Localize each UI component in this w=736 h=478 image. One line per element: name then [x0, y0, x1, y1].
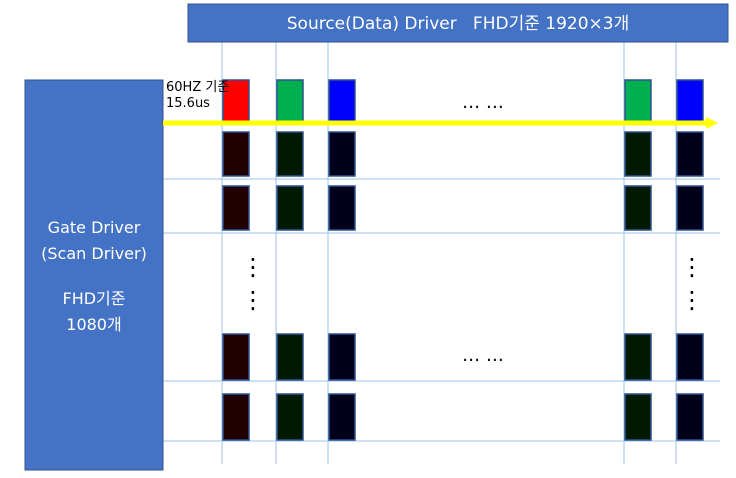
timing-label-line-2: 15.6us	[166, 96, 210, 111]
green-subpixel-dim	[624, 393, 652, 441]
vertical-dots-left-lower: ⋮	[241, 286, 265, 314]
source-driver-label: Source(Data) Driver FHD기준 1920×3개	[287, 14, 629, 34]
ellipsis-top: … …	[462, 92, 504, 113]
dim-row-2	[222, 185, 704, 231]
green-subpixel-dim	[276, 131, 304, 177]
green-subpixel-dim	[276, 393, 304, 441]
gate-driver-line-1: Gate Driver	[48, 218, 141, 237]
ellipsis-bottom: … …	[462, 345, 504, 366]
green-subpixel-dim	[276, 185, 304, 231]
green-subpixel-active	[624, 79, 652, 123]
blue-subpixel-dim	[676, 393, 704, 441]
gate-driver-line-2: (Scan Driver)	[41, 244, 147, 263]
blue-subpixel-dim	[328, 185, 356, 231]
blue-subpixel-dim	[676, 131, 704, 177]
green-subpixel-dim	[276, 333, 304, 381]
blue-subpixel-dim	[328, 131, 356, 177]
blue-subpixel-active	[328, 79, 356, 123]
gate-driver-box	[24, 79, 164, 471]
gate-driver: Gate Driver (Scan Driver) FHD기준 1080개	[24, 79, 164, 471]
blue-subpixel-dim	[676, 185, 704, 231]
dim-row-4	[222, 393, 704, 441]
vertical-dots-right-upper: ⋮	[680, 253, 704, 281]
dim-row-1	[222, 131, 704, 177]
timing-label: 60HZ 기준 15.6us	[166, 80, 229, 111]
red-subpixel-dim	[222, 393, 250, 441]
blue-subpixel-dim	[328, 333, 356, 381]
source-driver: Source(Data) Driver FHD기준 1920×3개	[187, 3, 729, 43]
red-subpixel-dim	[222, 185, 250, 231]
green-subpixel-dim	[624, 131, 652, 177]
red-subpixel-dim	[222, 333, 250, 381]
green-subpixel-active	[276, 79, 304, 123]
red-subpixel-dim	[222, 131, 250, 177]
gate-driver-line-4: 1080개	[66, 315, 121, 334]
timing-label-line-1: 60HZ 기준	[166, 80, 229, 95]
green-subpixel-dim	[624, 333, 652, 381]
lcd-driver-diagram: Source(Data) Driver FHD기준 1920×3개 Gate D…	[24, 3, 729, 471]
blue-subpixel-active	[676, 79, 704, 123]
blue-subpixel-dim	[328, 393, 356, 441]
green-subpixel-dim	[624, 185, 652, 231]
gate-driver-line-3: FHD기준	[63, 289, 126, 308]
vertical-dots-right-lower: ⋮	[680, 286, 704, 314]
vertical-dots-left-upper: ⋮	[241, 253, 265, 281]
scan-line-arrowhead	[706, 117, 718, 129]
blue-subpixel-dim	[676, 333, 704, 381]
